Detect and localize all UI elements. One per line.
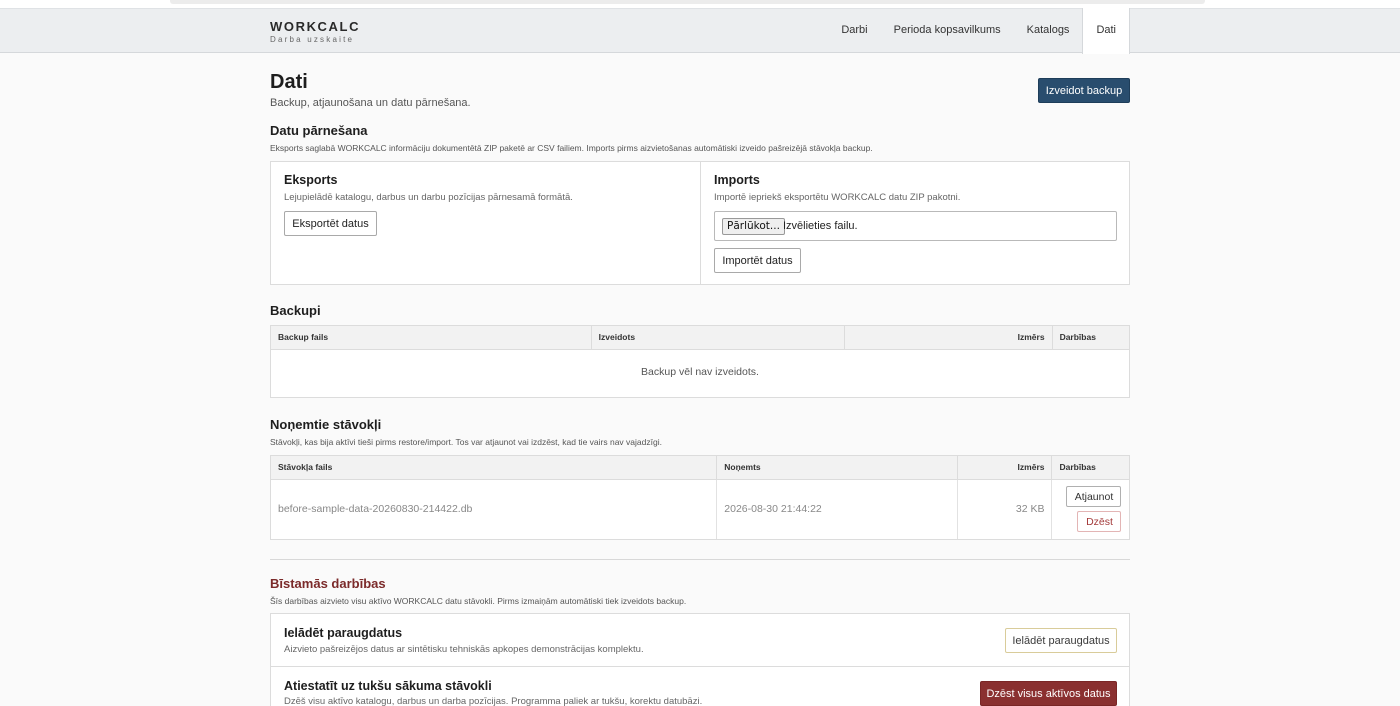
restore-button[interactable]: Atjaunot — [1066, 486, 1122, 508]
top-strip-bar — [170, 0, 1205, 4]
page-title: Dati — [270, 71, 308, 93]
brand-title: WORKCALC — [270, 19, 361, 34]
danger-section-description: Šīs darbības aizvieto visu aktīvo WORKCA… — [270, 596, 687, 606]
col-size: Izmērs — [844, 326, 1053, 350]
sample-data-title: Ielādēt paraugdatus — [284, 626, 403, 640]
transfer-section-title: Datu pārnešana — [270, 123, 368, 138]
brand-subtitle: Darba uzskaite — [270, 35, 355, 44]
top-navbar: WORKCALC Darba uzskaite Darbi Perioda ko… — [0, 8, 1400, 54]
col-size: Izmērs — [957, 456, 1053, 480]
snapshots-section-title: Noņemtie stāvokļi — [270, 417, 382, 432]
nav-item-katalogs[interactable]: Katalogs — [1014, 8, 1083, 53]
import-card: Imports Importē iepriekš eksportētu WORK… — [700, 161, 1130, 285]
col-actions: Darbības — [1052, 326, 1129, 350]
snapshots-section-description: Stāvokļi, kas bija aktīvi tieši pirms re… — [270, 437, 662, 447]
backups-table-card: Backup fails Izveidots Izmērs Darbības B… — [270, 325, 1130, 398]
section-divider — [270, 559, 1130, 560]
export-data-button[interactable]: Eksportēt datus — [284, 211, 377, 236]
backups-table-header: Backup fails Izveidots Izmērs Darbības — [271, 326, 1129, 350]
nav-item-darbi[interactable]: Darbi — [828, 8, 880, 53]
reset-description: Dzēš visu aktīvo katalogu, darbus un dar… — [284, 696, 703, 706]
col-snapshot-file: Stāvokļa fails — [271, 456, 718, 480]
backups-empty-row: Backup vēl nav izveidots. — [271, 349, 1129, 395]
col-actions: Darbības — [1051, 456, 1129, 480]
main-nav: Darbi Perioda kopsavilkums Katalogs Dati — [828, 8, 1130, 54]
brand[interactable]: WORKCALC Darba uzskaite — [270, 19, 360, 44]
col-backup-file: Backup fails — [271, 326, 592, 350]
reset-card: Atiestatīt uz tukšu sākuma stāvokli Dzēš… — [270, 666, 1130, 706]
snapshots-table-card: Stāvokļa fails Noņemts Izmērs Darbības b… — [270, 455, 1130, 540]
col-removed: Noņemts — [716, 456, 958, 480]
file-status-text: Izvēlieties failu. — [783, 220, 858, 232]
browser-top-strip — [0, 0, 1400, 8]
col-created: Izveidots — [591, 326, 846, 350]
backups-section-title: Backupi — [270, 303, 321, 318]
delete-all-data-button[interactable]: Dzēst visus aktīvos datus — [980, 681, 1117, 706]
snapshots-table-header: Stāvokļa fails Noņemts Izmērs Darbības — [271, 456, 1129, 480]
import-file-input[interactable]: Pārlūkot... Izvēlieties failu. — [714, 211, 1117, 241]
danger-section-title: Bīstamās darbības — [270, 576, 386, 591]
snapshot-file-cell: before-sample-data-20260830-214422.db — [271, 479, 718, 539]
create-backup-button[interactable]: Izveidot backup — [1038, 78, 1130, 103]
snapshots-table: Stāvokļa fails Noņemts Izmērs Darbības b… — [271, 456, 1129, 539]
export-title: Eksports — [284, 173, 338, 187]
snapshot-removed-cell: 2026-08-30 21:44:22 — [716, 479, 958, 539]
nav-item-dati[interactable]: Dati — [1082, 8, 1130, 54]
load-sample-data-button[interactable]: Ielādēt paraugdatus — [1005, 628, 1117, 653]
import-description: Importē iepriekš eksportētu WORKCALC dat… — [714, 192, 961, 203]
import-data-button[interactable]: Importēt datus — [714, 248, 801, 273]
nav-item-perioda-kopsavilkums[interactable]: Perioda kopsavilkums — [881, 8, 1014, 53]
snapshot-actions-cell: Atjaunot Dzēst — [1052, 479, 1129, 539]
page-subtitle: Backup, atjaunošana un datu pārnešana. — [270, 97, 471, 109]
table-row: before-sample-data-20260830-214422.db 20… — [271, 479, 1129, 539]
delete-snapshot-button[interactable]: Dzēst — [1077, 511, 1122, 533]
export-description: Lejupielādē katalogu, darbus un darbu po… — [284, 192, 573, 203]
sample-data-card: Ielādēt paraugdatus Aizvieto pašreizējos… — [270, 613, 1130, 667]
reset-title: Atiestatīt uz tukšu sākuma stāvokli — [284, 679, 492, 693]
file-browse-button[interactable]: Pārlūkot... — [722, 218, 785, 235]
backups-empty-text: Backup vēl nav izveidots. — [641, 366, 759, 379]
import-title: Imports — [714, 173, 760, 187]
snapshot-size-cell: 32 KB — [957, 479, 1053, 539]
export-card: Eksports Lejupielādē katalogu, darbus un… — [270, 161, 701, 285]
backups-table: Backup fails Izveidots Izmērs Darbības B… — [271, 326, 1129, 395]
sample-data-description: Aizvieto pašreizējos datus ar sintētisku… — [284, 644, 644, 655]
transfer-section-description: Eksports saglabā WORKCALC informāciju do… — [270, 143, 873, 153]
